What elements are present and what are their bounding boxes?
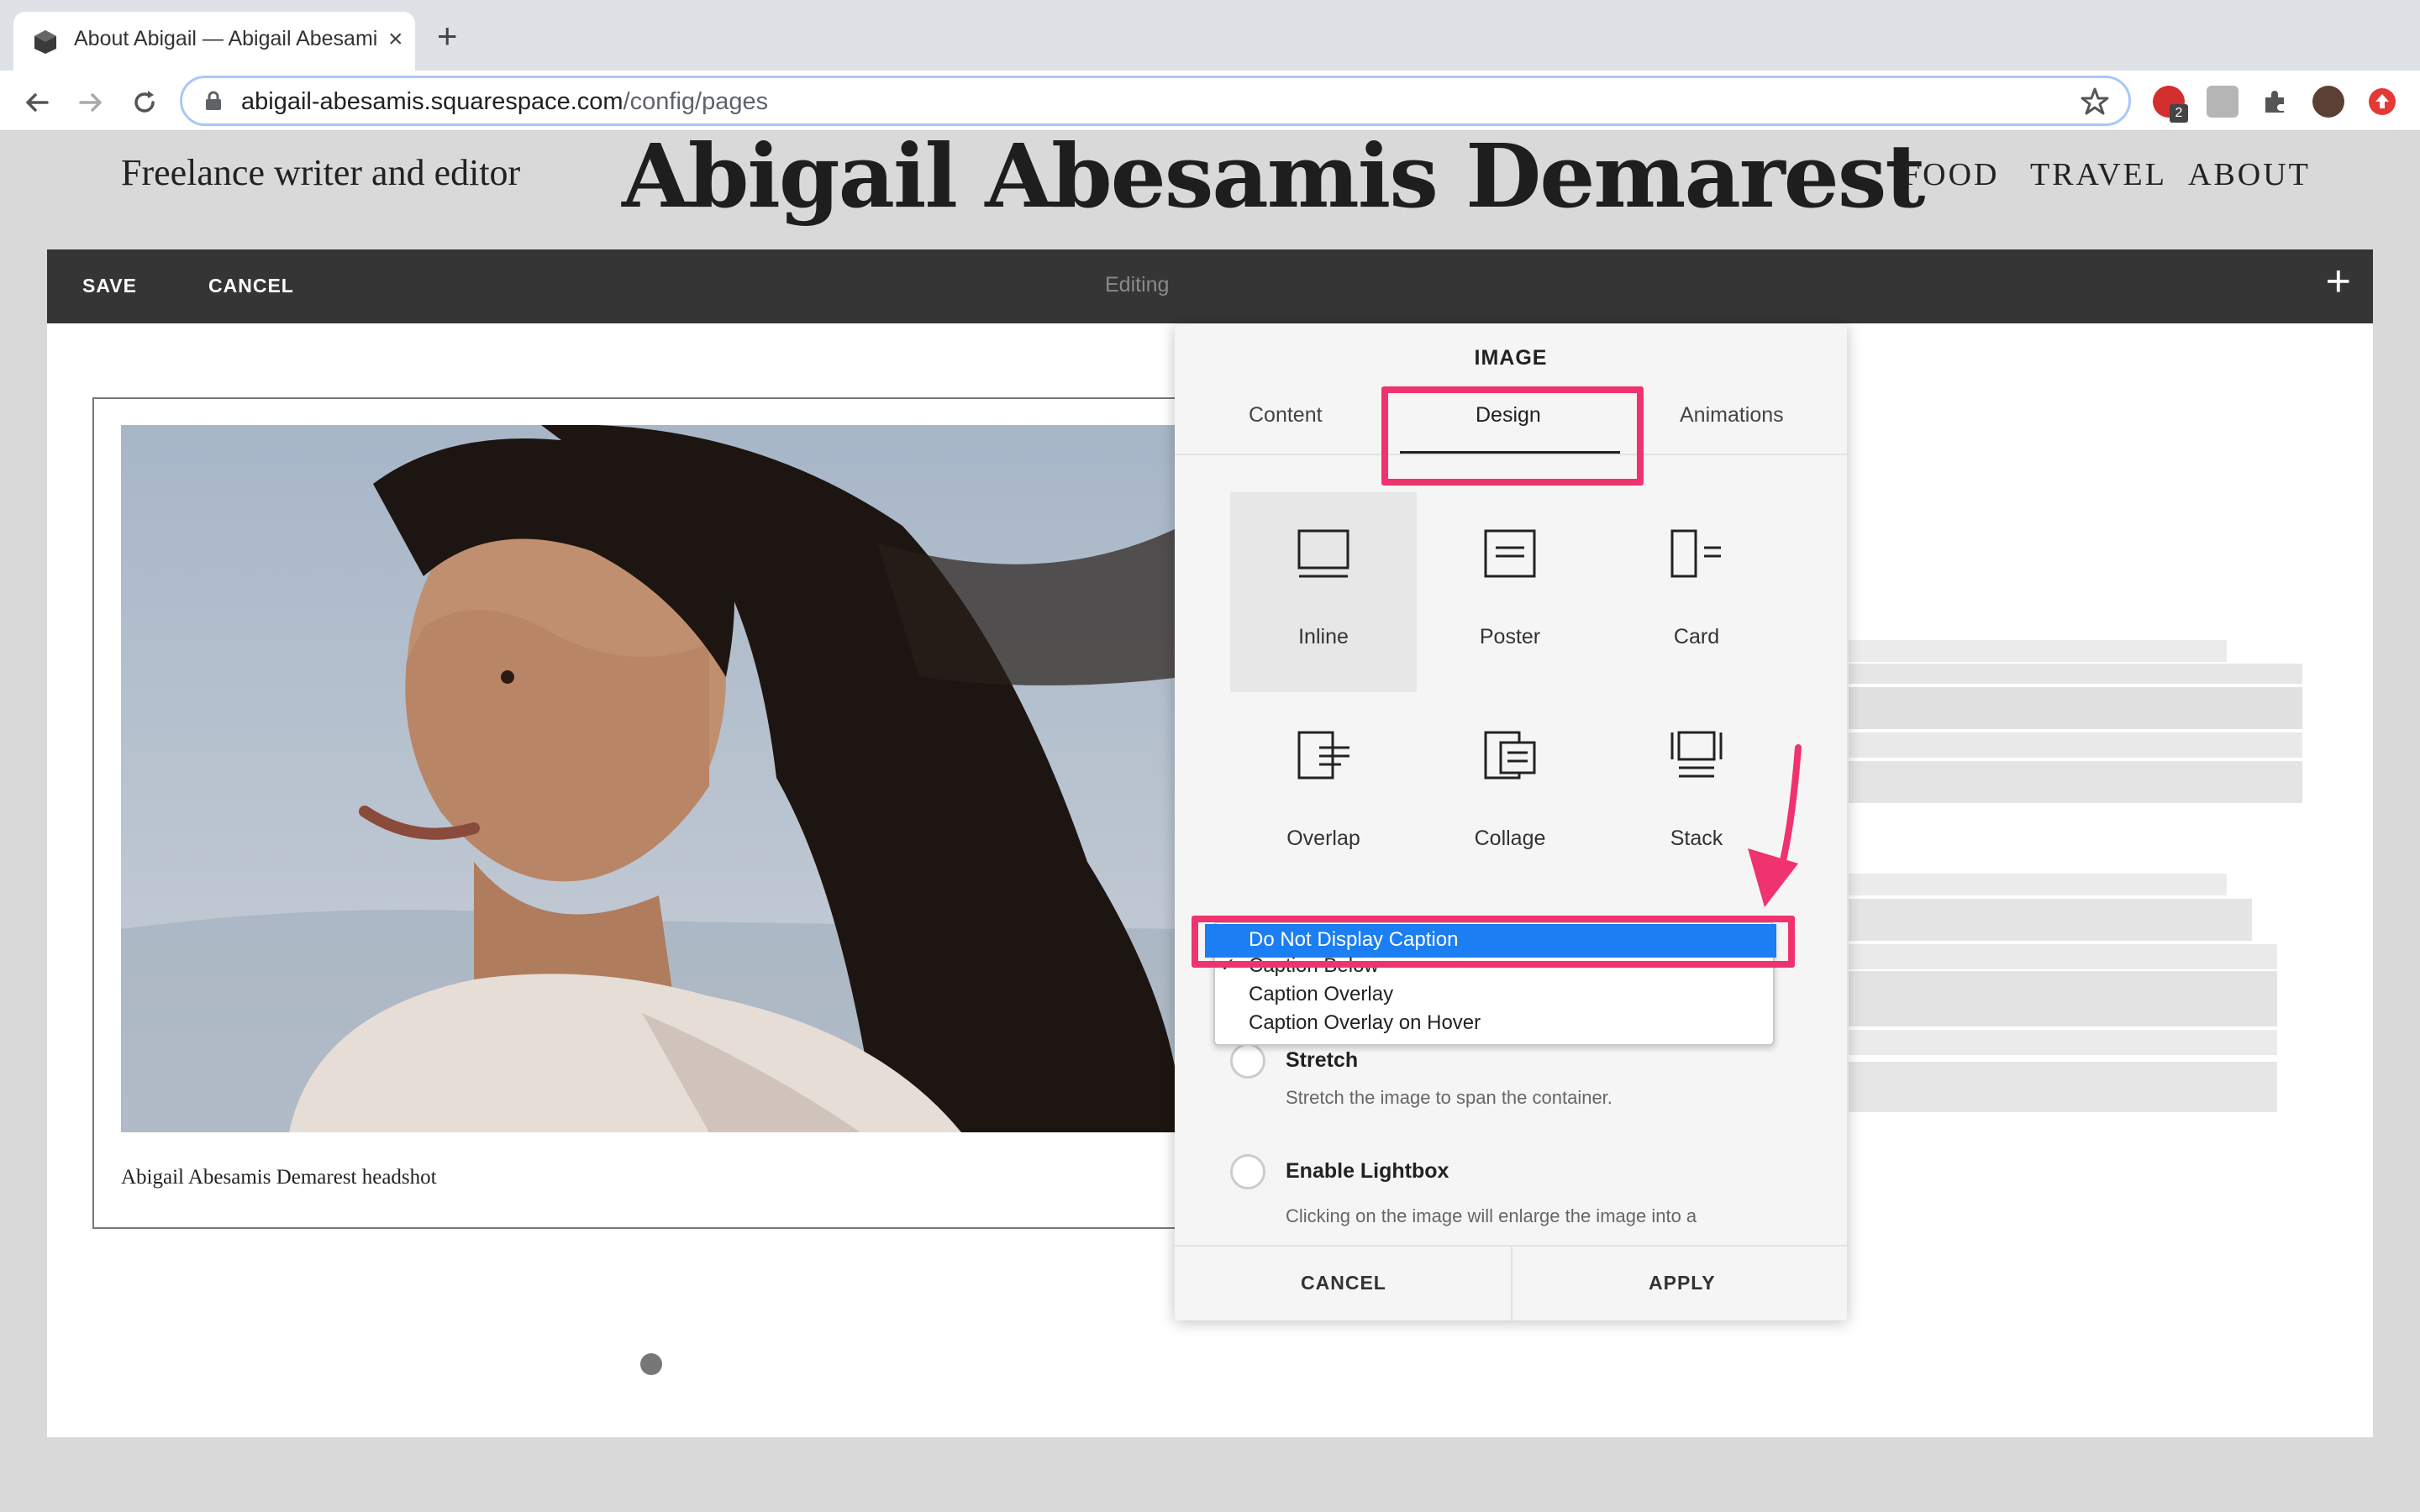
- annotation-box-caption-option: [1192, 916, 1795, 968]
- inline-layout-icon: [1297, 529, 1349, 578]
- tab-content[interactable]: Content: [1249, 403, 1323, 428]
- panel-cancel-button[interactable]: CANCEL: [1301, 1272, 1386, 1294]
- url-host: abigail-abesamis.squarespace.com: [241, 88, 623, 115]
- update-arrow-icon[interactable]: [2366, 86, 2398, 118]
- lock-icon: [206, 91, 221, 110]
- bookmark-star-icon[interactable]: [2080, 87, 2110, 117]
- reload-icon[interactable]: [128, 86, 161, 119]
- back-arrow-icon[interactable]: [20, 86, 54, 119]
- site-title[interactable]: Abigail Abesamis Demarest: [622, 124, 1925, 228]
- layout-label: Overlap: [1286, 827, 1360, 850]
- url-path: /config/pages: [623, 88, 769, 115]
- extension-gray-icon[interactable]: [2207, 86, 2238, 118]
- puzzle-extensions-icon[interactable]: [2259, 86, 2291, 118]
- layout-label: Card: [1673, 625, 1720, 648]
- stack-layout-icon: [1670, 731, 1723, 778]
- layout-option-inline[interactable]: Inline: [1230, 492, 1417, 692]
- overlap-layout-icon: [1297, 731, 1349, 780]
- stretch-toggle[interactable]: [1230, 1043, 1265, 1079]
- nav-link-food[interactable]: FOOD: [1902, 156, 1999, 193]
- nav-link-about[interactable]: ABOUT: [2188, 156, 2311, 193]
- layout-option-poster[interactable]: Poster: [1417, 492, 1603, 692]
- layout-option-card[interactable]: Card: [1603, 492, 1790, 692]
- browser-toolbar: abigail-abesamis.squarespace.com/config/…: [0, 71, 2420, 131]
- extension-badge: 2: [2170, 104, 2188, 123]
- image-caption[interactable]: Abigail Abesamis Demarest headshot: [121, 1166, 437, 1189]
- address-bar[interactable]: abigail-abesamis.squarespace.com/config/…: [180, 76, 2131, 126]
- dropdown-option-caption-overlay[interactable]: Caption Overlay: [1249, 983, 1393, 1006]
- layout-option-collage[interactable]: Collage: [1417, 694, 1603, 894]
- layout-label: Collage: [1474, 827, 1546, 850]
- panel-footer: CANCEL APPLY: [1175, 1245, 1847, 1320]
- footer-divider: [1511, 1247, 1512, 1320]
- forward-arrow-icon[interactable]: [74, 86, 108, 119]
- layout-label: Inline: [1298, 625, 1349, 648]
- browser-tabstrip: About Abigail — Abigail Abesamis Demares…: [0, 0, 2420, 71]
- editing-status: Editing: [1105, 273, 1170, 297]
- save-button[interactable]: SAVE: [82, 275, 137, 297]
- headshot-illustration: [121, 425, 1181, 1132]
- stretch-description: Stretch the image to span the container.: [1286, 1087, 1612, 1108]
- new-tab-icon[interactable]: +: [437, 18, 458, 54]
- resize-handle[interactable]: [640, 1353, 662, 1375]
- tab-animations[interactable]: Animations: [1680, 403, 1784, 428]
- profile-avatar[interactable]: [2312, 86, 2344, 118]
- lightbox-label: Enable Lightbox: [1286, 1159, 1449, 1183]
- tab-title: About Abigail — Abigail Abesamis Demares…: [74, 27, 376, 50]
- layout-option-overlap[interactable]: Overlap: [1230, 694, 1417, 894]
- panel-title: IMAGE: [1474, 346, 1548, 370]
- url-text: abigail-abesamis.squarespace.com/config/…: [241, 88, 768, 116]
- editor-toolbar: SAVE CANCEL Editing +: [47, 249, 2373, 323]
- annotation-box-design-tab: [1381, 386, 1644, 486]
- annotation-arrow-icon: [1748, 744, 1802, 907]
- squarespace-favicon-icon: [34, 30, 56, 54]
- dropdown-option-caption-overlay-hover[interactable]: Caption Overlay on Hover: [1249, 1011, 1481, 1035]
- apply-button[interactable]: APPLY: [1649, 1272, 1716, 1294]
- headshot-photo[interactable]: [121, 425, 1181, 1132]
- tab-close-icon[interactable]: ×: [388, 27, 403, 52]
- stretch-label: Stretch: [1286, 1048, 1359, 1072]
- add-block-icon[interactable]: +: [2326, 260, 2351, 303]
- layout-label: Poster: [1479, 625, 1541, 648]
- card-layout-icon: [1670, 529, 1721, 578]
- site-tagline: Freelance writer and editor: [121, 152, 521, 193]
- browser-tab[interactable]: About Abigail — Abigail Abesamis Demares…: [13, 12, 415, 71]
- collage-layout-icon: [1484, 731, 1536, 780]
- nav-link-travel[interactable]: TRAVEL: [2030, 156, 2167, 193]
- cancel-edit-button[interactable]: CANCEL: [208, 275, 294, 297]
- lightbox-toggle[interactable]: [1230, 1154, 1265, 1189]
- poster-layout-icon: [1484, 529, 1536, 578]
